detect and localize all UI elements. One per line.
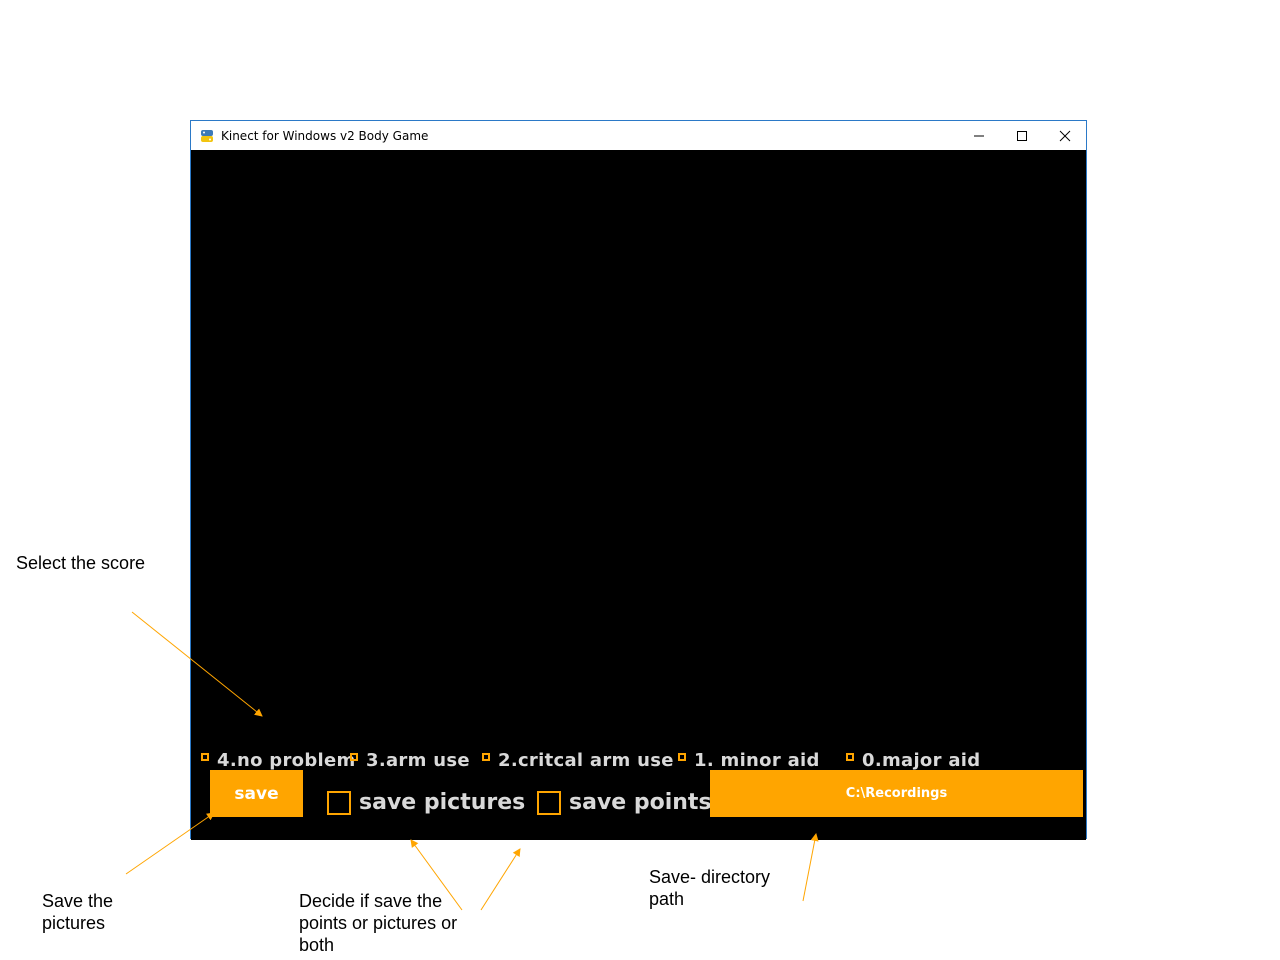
save-pictures-checkbox[interactable]: save pictures [327,790,525,815]
score-option-1[interactable]: 1. minor aid [678,750,820,771]
python-icon [199,128,215,144]
score-checkbox[interactable] [201,752,209,761]
save-points-label: save points [569,790,712,815]
save-points-checkbox[interactable]: save points [537,790,712,815]
window-controls [957,121,1086,150]
score-checkbox[interactable] [846,752,854,761]
annotation-select-score: Select the score [16,553,146,573]
window-title: Kinect for Windows v2 Body Game [221,128,429,143]
checkbox-box[interactable] [327,790,351,815]
arrow-points [480,848,521,911]
save-button[interactable]: save [210,770,303,817]
annotation-directory: Save- directory path [649,867,771,909]
score-label: 4.no problem [217,750,356,771]
score-label: 2.critcal arm use [498,750,674,771]
title-bar[interactable]: Kinect for Windows v2 Body Game [191,121,1086,150]
maximize-icon[interactable] [1000,121,1043,150]
minimize-icon[interactable] [957,121,1000,150]
camera-canvas: 4.no problem 3.arm use 2.critcal arm use… [191,150,1086,840]
arrow-directory [802,833,819,902]
score-label: 3.arm use [366,750,470,771]
score-selector: 4.no problem 3.arm use 2.critcal arm use… [191,750,1086,772]
directory-path-field[interactable]: C:\Recordings [710,770,1083,817]
annotation-decide: Decide if save the points or pictures or… [299,891,458,955]
score-label: 0.major aid [862,750,981,771]
score-option-3[interactable]: 3.arm use [350,750,470,771]
score-checkbox[interactable] [482,752,490,761]
score-checkbox[interactable] [678,752,686,761]
save-pictures-label: save pictures [359,790,526,815]
score-checkbox[interactable] [350,752,358,761]
score-label: 1. minor aid [694,750,820,771]
annotation-save-pictures: Save the pictures [42,891,114,933]
score-option-4[interactable]: 4.no problem [201,750,356,771]
score-option-2[interactable]: 2.critcal arm use [482,750,674,771]
score-option-0[interactable]: 0.major aid [846,750,980,771]
close-icon[interactable] [1043,121,1086,150]
app-window: Kinect for Windows v2 Body Game 4.no pro… [190,120,1087,840]
checkbox-box[interactable] [537,790,561,815]
